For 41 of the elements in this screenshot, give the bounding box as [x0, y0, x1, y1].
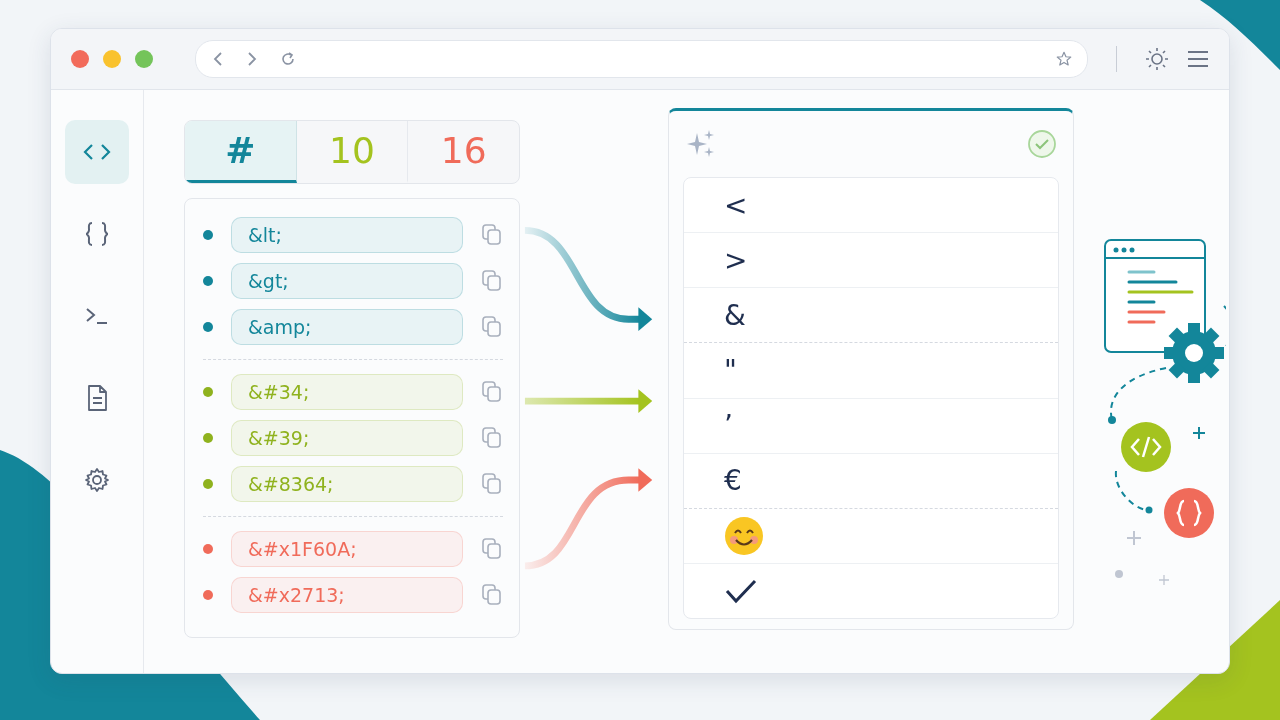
settings-icon — [84, 467, 110, 493]
star-icon[interactable] — [1055, 50, 1073, 68]
base-tab[interactable]: 16 — [408, 121, 519, 183]
reload-icon[interactable] — [280, 51, 296, 67]
code-icon — [82, 142, 112, 162]
brightness-icon[interactable] — [1145, 47, 1169, 71]
entity-code: &#39; — [231, 420, 463, 456]
minimize-icon[interactable] — [103, 50, 121, 68]
maximize-icon[interactable] — [135, 50, 153, 68]
copy-icon[interactable] — [481, 537, 503, 561]
copy-icon[interactable] — [481, 583, 503, 607]
entity-code: &#x2713; — [231, 577, 463, 613]
decoded-character: € — [724, 464, 742, 498]
decoded-character: > — [724, 243, 748, 277]
smiley-icon — [724, 515, 764, 556]
entity-code: &lt; — [231, 217, 463, 253]
check-circle-icon — [1027, 129, 1057, 159]
decoded-character: " — [724, 353, 737, 387]
decoded-character: < — [724, 188, 748, 222]
back-icon[interactable] — [212, 51, 224, 67]
entity-code: &amp; — [231, 309, 463, 345]
base-tab[interactable]: 10 — [296, 121, 409, 183]
base-tab[interactable]: # — [185, 121, 297, 183]
decoded-character: & — [724, 298, 746, 332]
copy-icon[interactable] — [481, 269, 503, 293]
menu-icon[interactable] — [1187, 50, 1209, 68]
address-bar[interactable] — [195, 40, 1088, 78]
entity-code: &#34; — [231, 374, 463, 410]
terminal-icon — [84, 306, 110, 326]
copy-icon[interactable] — [481, 426, 503, 450]
document-icon — [85, 384, 109, 412]
entity-code: &#8364; — [231, 466, 463, 502]
close-icon[interactable] — [71, 50, 89, 68]
decoded-character: ’ — [724, 409, 733, 443]
copy-icon[interactable] — [481, 223, 503, 247]
entity-code: &gt; — [231, 263, 463, 299]
copy-icon[interactable] — [481, 472, 503, 496]
forward-icon[interactable] — [246, 51, 258, 67]
copy-icon[interactable] — [481, 380, 503, 404]
entity-code: &#x1F60A; — [231, 531, 463, 567]
copy-icon[interactable] — [481, 315, 503, 339]
